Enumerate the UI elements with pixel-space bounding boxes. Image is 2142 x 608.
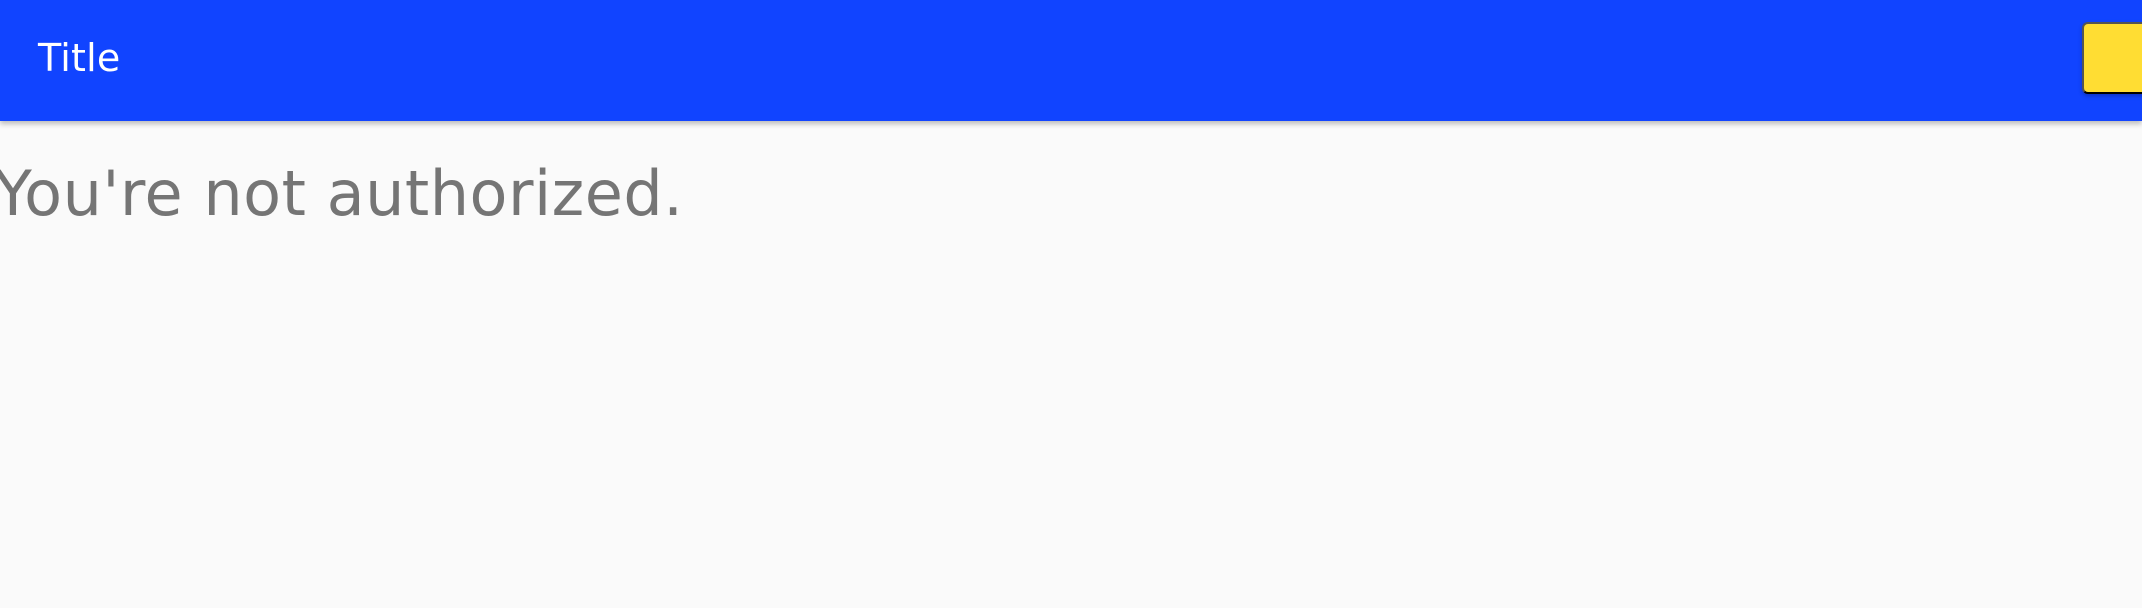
app-title: Title [38,36,121,80]
unauthorized-message: You're not authorized. [0,157,684,230]
app-bar: Title + [0,0,2142,121]
main-content: You're not authorized. [0,121,2142,608]
add-button[interactable]: + [2082,22,2142,94]
